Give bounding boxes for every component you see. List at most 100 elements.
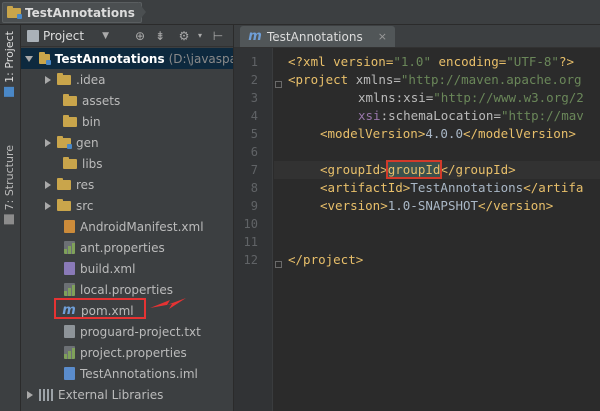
line-number: 12: [243, 253, 258, 267]
tree-item-gen[interactable]: gen: [21, 132, 233, 153]
tool-tab-project[interactable]: 1: Project: [3, 31, 16, 97]
tree-item-bin[interactable]: bin: [21, 111, 233, 132]
collapse-all-icon[interactable]: ⇟: [153, 29, 167, 43]
editor-tab-label: TestAnnotations: [267, 29, 363, 44]
line-number: 11: [243, 235, 258, 249]
highlighted-token: groupId: [385, 160, 443, 179]
code-editor[interactable]: <?xml version="1.0" encoding="UTF-8"?> <…: [274, 48, 600, 411]
editor-tab-pom[interactable]: m TestAnnotations ×: [240, 26, 395, 47]
hide-panel-icon[interactable]: ⊢: [211, 29, 225, 43]
tree-root[interactable]: TestAnnotations (D:\javaspa: [21, 48, 234, 69]
tree-root-path: (D:\javaspa: [168, 51, 234, 66]
tree-item-local-properties[interactable]: local.properties: [21, 279, 233, 300]
module-file-icon: [64, 367, 75, 380]
code-line-3: xmlns:xsi="http://www.w3.org/2: [358, 90, 584, 105]
navigation-bar: TestAnnotations: [0, 0, 600, 25]
tree-item-label: src: [76, 198, 94, 213]
tree-item-ant-properties[interactable]: ant.properties: [21, 237, 233, 258]
code-line-8: <artifactId>TestAnnotations</artifa: [320, 180, 584, 195]
folder-icon: [57, 72, 71, 85]
tree-item-label: AndroidManifest.xml: [80, 219, 204, 234]
tree-item-src[interactable]: src: [21, 195, 233, 216]
project-folder-icon: [7, 5, 22, 19]
tool-tab-structure[interactable]: 7: Structure: [3, 145, 16, 225]
project-tool-icon: [4, 86, 15, 97]
expand-arrow-icon[interactable]: [27, 390, 33, 399]
tree-item-project-properties[interactable]: project.properties: [21, 342, 233, 363]
close-icon[interactable]: ×: [378, 30, 387, 43]
android-manifest-icon: [64, 220, 75, 233]
gear-icon[interactable]: ⚙: [177, 29, 191, 43]
tool-tab-structure-label: 7: Structure: [3, 145, 16, 211]
tree-item-external-libraries[interactable]: External Libraries: [21, 384, 233, 405]
code-line-7: <groupId>groupId</groupId>: [320, 160, 516, 179]
folder-icon: [63, 156, 77, 169]
line-number: 3: [250, 91, 258, 105]
properties-file-icon: [64, 346, 75, 359]
code-line-9: <version>1.0-SNAPSHOT</version>: [320, 198, 554, 213]
project-view-label: Project: [43, 28, 85, 43]
expand-arrow-icon[interactable]: [45, 180, 51, 189]
line-number: 6: [250, 145, 258, 159]
tree-item-label: project.properties: [80, 345, 187, 360]
expand-arrow-icon[interactable]: [45, 201, 51, 210]
tree-item-iml[interactable]: TestAnnotations.iml: [21, 363, 233, 384]
tree-item-res[interactable]: res: [21, 174, 233, 195]
project-view-selector[interactable]: Project ▼: [27, 29, 117, 43]
line-number: 10: [243, 217, 258, 231]
folder-icon: [63, 93, 77, 106]
structure-tool-icon: [4, 214, 15, 225]
expand-arrow-icon[interactable]: [45, 138, 51, 147]
properties-file-icon: [64, 241, 75, 254]
tree-item-label: ant.properties: [80, 240, 165, 255]
tree-item-label: .idea: [76, 72, 106, 87]
tree-item-libs[interactable]: libs: [21, 153, 233, 174]
line-number-gutter: 1 2 3 4 5 6 7 8 9 10 11 12: [234, 48, 282, 411]
annotation-arrow-icon: [150, 298, 186, 309]
code-line-2: <project xmlns="http://maven.apache.org: [288, 72, 582, 87]
expand-arrow-icon[interactable]: [45, 75, 51, 84]
tree-item-androidmanifest[interactable]: AndroidManifest.xml: [21, 216, 233, 237]
project-panel-toolbar: Project ▼ ⊕ ⇟ ⚙ ▾ ⊢: [21, 25, 233, 47]
tree-item-label: assets: [82, 93, 121, 108]
editor-tab-bar: m TestAnnotations ×: [234, 25, 600, 48]
tree-item-idea[interactable]: .idea: [21, 69, 233, 90]
tree-item-assets[interactable]: assets: [21, 90, 233, 111]
line-number: 2: [250, 73, 258, 87]
gear-dropdown-icon[interactable]: ▾: [193, 29, 207, 43]
project-panel: Project ▼ ⊕ ⇟ ⚙ ▾ ⊢ TestAnnotations (D:\…: [21, 25, 234, 411]
breadcrumb-label: TestAnnotations: [25, 5, 135, 20]
tree-root-label: TestAnnotations: [54, 51, 165, 66]
code-line-12: </project>: [288, 252, 364, 267]
tree-item-proguard[interactable]: proguard-project.txt: [21, 321, 233, 342]
tree-item-label: proguard-project.txt: [80, 324, 201, 339]
project-view-icon: [27, 29, 39, 42]
line-number: 4: [250, 109, 258, 123]
tree-item-label: bin: [82, 114, 101, 129]
line-number: 9: [250, 199, 258, 213]
line-number: 1: [250, 55, 258, 69]
chevron-down-icon: ▼: [102, 30, 109, 41]
tool-tab-project-label: 1: Project: [3, 31, 16, 83]
tree-item-label: build.xml: [80, 261, 136, 276]
line-number: 7: [250, 163, 258, 177]
generated-folder-icon: [57, 135, 72, 149]
tool-window-strip: 1: Project 7: Structure: [0, 25, 21, 411]
project-folder-icon: [39, 51, 51, 65]
scroll-from-source-icon[interactable]: ⊕: [133, 29, 147, 43]
tree-item-label: TestAnnotations.iml: [80, 366, 198, 381]
tree-item-build-xml[interactable]: build.xml: [21, 258, 233, 279]
properties-file-icon: [64, 283, 75, 296]
folder-icon: [57, 198, 71, 211]
code-line-1: <?xml version="1.0" encoding="UTF-8"?>: [288, 54, 575, 69]
line-number: 5: [250, 127, 258, 141]
maven-file-icon: m: [248, 29, 262, 44]
folder-icon: [57, 177, 71, 190]
breadcrumb-arrow: [138, 2, 146, 22]
libraries-icon: [39, 388, 53, 401]
tree-item-label: libs: [82, 156, 103, 171]
tree-item-label: gen: [76, 135, 99, 150]
tree-item-label: res: [76, 177, 95, 192]
expand-arrow-icon[interactable]: [25, 55, 33, 62]
breadcrumb-project[interactable]: TestAnnotations: [2, 2, 142, 23]
